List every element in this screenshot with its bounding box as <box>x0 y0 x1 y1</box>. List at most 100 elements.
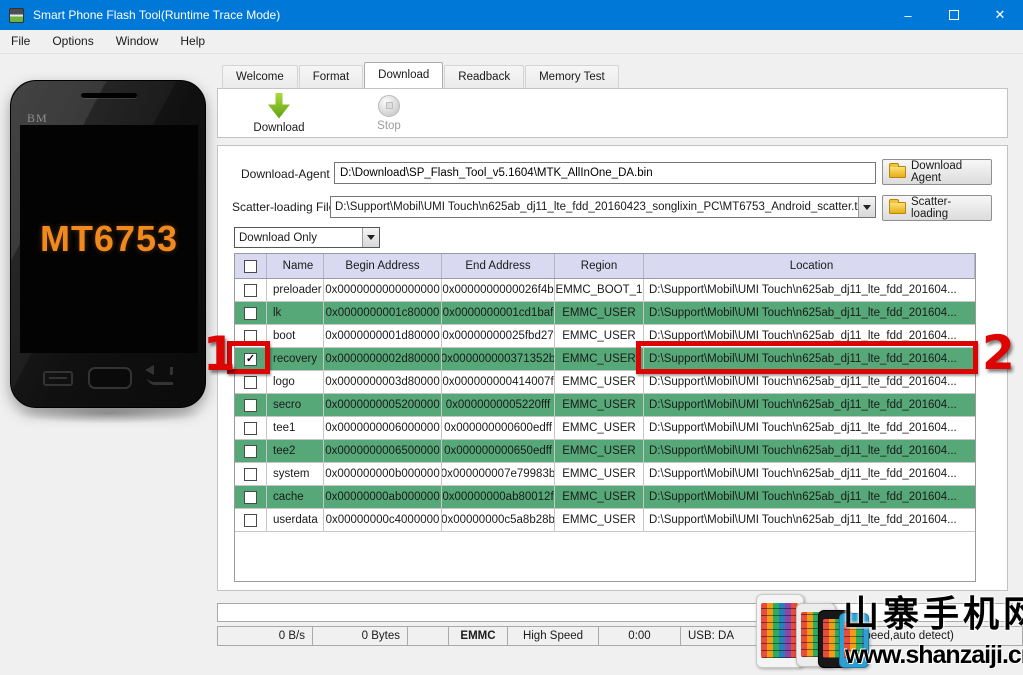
table-row-system[interactable]: system 0x000000000b000000 0x000000007e7998… <box>235 463 975 486</box>
row-checkbox-lk[interactable] <box>244 306 257 320</box>
cell-end-address: 0x000000007e79983b <box>442 463 555 485</box>
menu-item-window[interactable]: Window <box>105 30 170 53</box>
app-icon <box>9 7 24 23</box>
cell-end-address: 0x0000000000026f4b <box>442 279 555 301</box>
scatter-file-label: Scatter-loading File <box>232 200 336 214</box>
row-checkbox-cache[interactable] <box>244 490 257 504</box>
download-mode-select[interactable]: Download Only <box>234 227 380 248</box>
maximize-button[interactable] <box>931 0 977 30</box>
scatter-browse-button[interactable]: Scatter-loading <box>882 195 992 221</box>
phone-screen: MT6753 <box>20 125 198 353</box>
annotation-number-1: 1 <box>203 327 236 382</box>
cell-location: D:\Support\Mobil\UMI Touch\n625ab_dj11_l… <box>649 445 957 457</box>
checkbox-cell <box>235 371 267 393</box>
folder-icon <box>889 163 906 178</box>
menu-item-options[interactable]: Options <box>41 30 104 53</box>
status-usb-mode: High Speed <box>508 627 599 645</box>
menu-item-help[interactable]: Help <box>169 30 216 53</box>
row-checkbox-tee2[interactable] <box>244 444 257 458</box>
menu-item-file[interactable]: File <box>0 30 41 53</box>
maximize-icon <box>949 10 959 20</box>
status-bytes: 0 Bytes <box>313 627 408 645</box>
checkbox-cell <box>235 509 267 531</box>
phone-brand-label: BM <box>27 111 48 125</box>
cell-location: D:\Support\Mobil\UMI Touch\n625ab_dj11_l… <box>649 307 957 319</box>
tab-memory-test[interactable]: Memory Test <box>525 65 619 88</box>
cell-region: EMMC_BOOT_1 <box>555 279 644 301</box>
cell-end-address: 0x000000000650edff <box>442 440 555 462</box>
column-header-region: Region <box>555 254 644 278</box>
cell-region: EMMC_USER <box>555 348 644 370</box>
cell-region: EMMC_USER <box>555 440 644 462</box>
cell-region: EMMC_USER <box>555 509 644 531</box>
download-agent-input[interactable] <box>334 162 876 184</box>
status-storage: EMMC <box>449 627 508 645</box>
download-mode-value: Download Only <box>239 231 317 244</box>
cell-end-address: 0x0000000001cd1baf <box>442 302 555 324</box>
cell-end-address: 0x00000000c5a8b28b <box>442 509 555 531</box>
row-checkbox-preloader[interactable] <box>244 283 257 297</box>
download-button[interactable]: Download <box>236 92 322 134</box>
status-speed: 0 B/s <box>218 627 313 645</box>
stop-button[interactable]: Stop <box>346 94 432 132</box>
cell-begin-address: 0x0000000001d80000 <box>324 325 442 347</box>
tab-welcome[interactable]: Welcome <box>222 65 298 88</box>
status-usb-left: USB: DA <box>688 630 735 642</box>
title-bar: Smart Phone Flash Tool(Runtime Trace Mod… <box>0 0 1023 30</box>
cell-name: logo <box>267 371 324 393</box>
table-row-tee2[interactable]: tee2 0x0000000006500000 0x000000000650edff… <box>235 440 975 463</box>
cell-name: lk <box>267 302 324 324</box>
checkbox-cell <box>235 463 267 485</box>
row-checkbox-logo[interactable] <box>244 375 257 389</box>
cell-location: D:\Support\Mobil\UMI Touch\n625ab_dj11_l… <box>649 514 957 526</box>
table-row-preloader[interactable]: preloader 0x0000000000000000 0x00000000000… <box>235 279 975 302</box>
cell-location: D:\Support\Mobil\UMI Touch\n625ab_dj11_l… <box>649 422 957 434</box>
stop-button-label: Stop <box>377 119 401 132</box>
cell-name: tee2 <box>267 440 324 462</box>
menu-key-icon <box>43 370 73 386</box>
scatter-file-combobox[interactable]: D:\Support\Mobil\UMI Touch\n625ab_dj11_l… <box>330 196 876 218</box>
status-time: 0:00 <box>599 627 681 645</box>
cell-name: boot <box>267 325 324 347</box>
row-checkbox-userdata[interactable] <box>244 513 257 527</box>
cell-begin-address: 0x000000000b000000 <box>324 463 442 485</box>
row-checkbox-system[interactable] <box>244 467 257 481</box>
phone-graphic: BM MT6753 <box>10 80 206 408</box>
column-header-location: Location <box>644 254 975 278</box>
cell-name: system <box>267 463 324 485</box>
cell-name: userdata <box>267 509 324 531</box>
table-row-userdata[interactable]: userdata 0x00000000c4000000 0x00000000c5a8… <box>235 509 975 532</box>
tab-download[interactable]: Download <box>364 62 444 88</box>
close-button[interactable]: ✕ <box>977 0 1023 30</box>
tab-readback[interactable]: Readback <box>444 65 525 88</box>
header-checkbox-cell <box>235 254 267 278</box>
table-row-secro[interactable]: secro 0x0000000005200000 0x0000000005220ff… <box>235 394 975 417</box>
select-all-checkbox[interactable] <box>244 259 257 273</box>
status-empty <box>408 627 449 645</box>
row-checkbox-tee1[interactable] <box>244 421 257 435</box>
table-row-logo[interactable]: logo 0x0000000003d80000 0x000000000414007f… <box>235 371 975 394</box>
download-agent-browse-button[interactable]: Download Agent <box>882 159 992 185</box>
cell-name: cache <box>267 486 324 508</box>
cell-end-address: 0x000000000371352b <box>442 348 555 370</box>
phone-speaker <box>81 93 137 98</box>
cell-region: EMMC_USER <box>555 325 644 347</box>
checkbox-cell <box>235 394 267 416</box>
cell-end-address: 0x0000000005220fff <box>442 394 555 416</box>
table-row-tee1[interactable]: tee1 0x0000000006000000 0x000000000600edff… <box>235 417 975 440</box>
cell-end-address: 0x00000000ab80012f <box>442 486 555 508</box>
minimize-button[interactable]: – <box>885 0 931 30</box>
cell-end-address: 0x000000000414007f <box>442 371 555 393</box>
stop-icon <box>378 94 400 117</box>
cell-region: EMMC_USER <box>555 302 644 324</box>
scatter-dropdown-arrow-icon[interactable] <box>858 197 875 217</box>
table-row-cache[interactable]: cache 0x00000000ab000000 0x00000000ab80012… <box>235 486 975 509</box>
table-header-row: Name Begin Address End Address Region Locati… <box>235 254 975 279</box>
mode-dropdown-arrow-icon[interactable] <box>362 228 379 247</box>
cell-begin-address: 0x00000000c4000000 <box>324 509 442 531</box>
table-row-lk[interactable]: lk 0x0000000001c80000 0x0000000001cd1baf EM… <box>235 302 975 325</box>
cell-location: D:\Support\Mobil\UMI Touch\n625ab_dj11_l… <box>649 468 957 480</box>
row-checkbox-secro[interactable] <box>244 398 257 412</box>
toolbar: Download Stop <box>217 88 1008 138</box>
tab-format[interactable]: Format <box>298 65 364 88</box>
